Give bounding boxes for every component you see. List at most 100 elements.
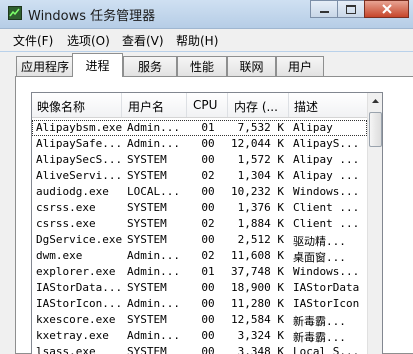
scroll-thumb[interactable] <box>369 112 382 147</box>
menu-view[interactable]: 查看(V) <box>122 32 164 49</box>
tab-services[interactable]: 服务 <box>123 56 177 76</box>
column-cpu[interactable]: CPU <box>193 98 217 112</box>
column-description[interactable]: 描述 <box>294 98 318 115</box>
tab-processes[interactable]: 进程 <box>72 53 123 77</box>
cell-cpu: 00 <box>201 201 215 214</box>
column-user-name[interactable]: 用户名 <box>128 98 164 115</box>
cell-mem: 11,280 K <box>231 297 284 310</box>
cell-name: lsass.exe <box>36 345 96 354</box>
cell-cpu: 00 <box>201 233 215 246</box>
cell-mem: 1,572 K <box>237 153 284 166</box>
cell-desc: Client ... <box>293 201 360 214</box>
cell-mem: 37,748 K <box>231 265 284 278</box>
cell-cpu: 01 <box>201 265 215 278</box>
cell-mem: 1,884 K <box>237 217 284 230</box>
tab-networking[interactable]: 联网 <box>227 56 276 76</box>
close-icon <box>381 4 392 14</box>
cell-name: kxescore.exe <box>36 313 116 326</box>
column-image-name[interactable]: 映像名称 <box>37 98 85 115</box>
list-header: 映像名称 用户名 CPU 内存 (... 描述 <box>32 93 367 118</box>
cell-mem: 3,348 K <box>237 345 284 354</box>
table-row[interactable]: DgService.exe SYSTEM 00 2,512 K 驱动精... <box>32 232 367 248</box>
column-divider[interactable] <box>186 93 187 117</box>
cell-user: Admin... <box>127 249 180 262</box>
cell-desc: Alipay ... <box>293 153 360 166</box>
cell-desc: Client ... <box>293 217 360 230</box>
column-memory[interactable]: 内存 (... <box>234 98 278 115</box>
cell-user: Admin... <box>127 137 180 150</box>
tab-users[interactable]: 用户 <box>276 56 324 76</box>
cell-cpu: 00 <box>201 185 215 198</box>
title-bar: Windows 任务管理器 <box>0 0 413 29</box>
table-row[interactable]: Alipaybsm.exe Admin... 01 7,532 K Alipay <box>32 120 367 136</box>
minimize-button[interactable] <box>310 0 338 18</box>
table-row[interactable]: IAStorIcon... Admin... 00 11,280 K IAStorIco… <box>32 296 367 312</box>
cell-name: explorer.exe <box>36 265 116 278</box>
task-manager-icon <box>8 6 22 20</box>
cell-name: csrss.exe <box>36 201 96 214</box>
cell-cpu: 00 <box>201 297 215 310</box>
table-row[interactable]: dwm.exe Admin... 02 11,608 K 桌面窗... <box>32 248 367 264</box>
cell-desc: Windows... <box>293 185 360 198</box>
cell-desc: 驱动精... <box>293 235 346 248</box>
table-row[interactable]: AliveServi... SYSTEM 02 1,304 K Alipay ... <box>32 168 367 184</box>
column-divider[interactable] <box>227 93 228 117</box>
cell-desc: Alipay ... <box>293 169 360 182</box>
table-row[interactable]: audiodg.exe LOCAL... 00 10,232 K Windows... <box>32 184 367 200</box>
cell-cpu: 00 <box>201 329 215 342</box>
cell-desc: 新毒霸... <box>293 331 346 344</box>
cell-cpu: 01 <box>201 121 215 134</box>
cell-cpu: 02 <box>201 217 215 230</box>
menu-help[interactable]: 帮助(H) <box>176 32 218 49</box>
table-row[interactable]: IAStorData... SYSTEM 00 18,900 K IAStorData <box>32 280 367 296</box>
cell-user: SYSTEM <box>127 281 167 294</box>
table-row[interactable]: lsass.exe SYSTEM 00 3,348 K Local S... <box>32 344 367 354</box>
table-row[interactable]: csrss.exe SYSTEM 02 1,884 K Client ... <box>32 216 367 232</box>
window-title: Windows 任务管理器 <box>28 9 156 24</box>
cell-user: SYSTEM <box>127 201 167 214</box>
menu-file[interactable]: 文件(F) <box>13 32 53 49</box>
cell-user: SYSTEM <box>127 233 167 246</box>
cell-cpu: 00 <box>201 313 215 326</box>
cell-cpu: 00 <box>201 281 215 294</box>
cell-mem: 11,608 K <box>231 249 284 262</box>
table-row[interactable]: csrss.exe SYSTEM 00 1,376 K Client ... <box>32 200 367 216</box>
maximize-button[interactable] <box>337 0 365 18</box>
cell-desc: Windows... <box>293 265 360 278</box>
cell-user: Admin... <box>127 297 180 310</box>
cell-name: IAStorData... <box>36 281 123 294</box>
menu-options[interactable]: 选项(O) <box>67 32 110 49</box>
cell-mem: 18,900 K <box>231 281 284 294</box>
tab-performance[interactable]: 性能 <box>177 56 227 76</box>
cell-mem: 2,512 K <box>237 233 284 246</box>
cell-desc: IAStorIcon <box>293 297 360 310</box>
column-divider[interactable] <box>288 93 289 117</box>
table-row[interactable]: AlipaySecS... SYSTEM 00 1,572 K Alipay ... <box>32 152 367 168</box>
process-list[interactable]: 映像名称 用户名 CPU 内存 (... 描述 Alipaybsm.exe Adm… <box>31 92 383 354</box>
cell-name: dwm.exe <box>36 249 83 262</box>
cell-name: Alipaybsm.exe <box>36 121 123 134</box>
table-row[interactable]: explorer.exe Admin... 01 37,748 K Windows... <box>32 264 367 280</box>
column-divider[interactable] <box>121 93 122 117</box>
cell-desc: 桌面窗... <box>293 251 346 264</box>
cell-name: kxetray.exe <box>36 329 109 342</box>
cell-cpu: 02 <box>201 249 215 262</box>
vertical-scrollbar[interactable] <box>367 93 382 354</box>
panel-margin <box>0 78 15 354</box>
cell-mem: 12,044 K <box>231 137 284 150</box>
maximize-icon <box>346 4 356 14</box>
table-row[interactable]: kxescore.exe SYSTEM 00 12,584 K 新毒霸... <box>32 312 367 328</box>
cell-name: AlipaySafe... <box>36 137 123 150</box>
close-button[interactable] <box>364 0 409 18</box>
cell-cpu: 00 <box>201 137 215 150</box>
cell-desc: AlipayS... <box>293 137 360 150</box>
cell-mem: 1,376 K <box>237 201 284 214</box>
scroll-up-button[interactable] <box>368 93 382 109</box>
cell-mem: 1,304 K <box>237 169 284 182</box>
table-row[interactable]: kxetray.exe Admin... 00 3,324 K 新毒霸... <box>32 328 367 344</box>
cell-user: Admin... <box>127 265 180 278</box>
table-row[interactable]: AlipaySafe... Admin... 00 12,044 K AlipayS..… <box>32 136 367 152</box>
cell-mem: 3,324 K <box>237 329 284 342</box>
cell-cpu: 02 <box>201 169 215 182</box>
tab-applications[interactable]: 应用程序 <box>16 56 74 76</box>
